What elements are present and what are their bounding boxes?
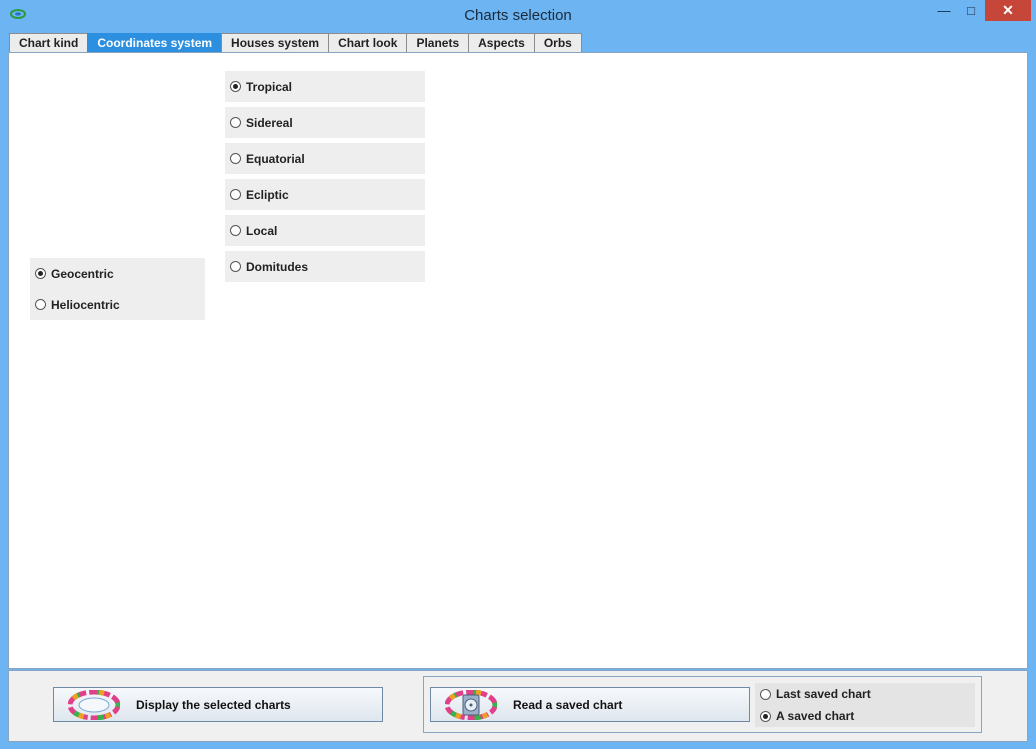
saved-chart-options: Last saved chart A saved chart	[755, 683, 975, 727]
coord-option-label: Local	[246, 223, 278, 238]
display-charts-label: Display the selected charts	[136, 697, 291, 712]
tab-aspects[interactable]: Aspects	[468, 33, 535, 52]
saved-option-label: A saved chart	[776, 709, 855, 723]
radio-ecliptic[interactable]	[230, 189, 241, 200]
radio-sidereal[interactable]	[230, 117, 241, 128]
tab-chart-kind[interactable]: Chart kind	[9, 33, 89, 52]
saved-option-label: Last saved chart	[776, 687, 871, 701]
radio-geocentric[interactable]	[35, 268, 46, 279]
radio-tropical[interactable]	[230, 81, 241, 92]
coord-option-ecliptic[interactable]: Ecliptic	[225, 179, 425, 210]
coord-option-label: Tropical	[246, 79, 293, 94]
tab-bar: Chart kind Coordinates system Houses sys…	[9, 33, 582, 53]
window-title: Charts selection	[464, 7, 572, 24]
disk-icon	[445, 689, 497, 720]
coord-option-domitudes[interactable]: Domitudes	[225, 251, 425, 282]
centric-panel: Geocentric Heliocentric	[30, 258, 205, 320]
minimize-button[interactable]: —	[931, 0, 957, 21]
coord-option-label: Equatorial	[246, 151, 305, 166]
saved-option-a-saved[interactable]: A saved chart	[755, 705, 975, 727]
coord-option-tropical[interactable]: Tropical	[225, 71, 425, 102]
centric-option-label: Heliocentric	[51, 297, 120, 312]
coord-option-sidereal[interactable]: Sidereal	[225, 107, 425, 138]
chart-wheel-icon	[68, 689, 120, 720]
radio-last-saved-chart[interactable]	[760, 688, 771, 700]
read-saved-chart-label: Read a saved chart	[513, 697, 623, 712]
radio-heliocentric[interactable]	[35, 299, 46, 310]
saved-option-last[interactable]: Last saved chart	[755, 683, 975, 705]
read-saved-chart-button[interactable]: Read a saved chart	[430, 687, 750, 722]
tab-orbs[interactable]: Orbs	[533, 33, 582, 52]
radio-a-saved-chart[interactable]	[760, 710, 771, 722]
title-bar: Charts selection — □ ✕	[0, 0, 1036, 30]
close-button[interactable]: ✕	[985, 0, 1031, 21]
tab-houses-system[interactable]: Houses system	[221, 33, 330, 52]
coord-option-local[interactable]: Local	[225, 215, 425, 246]
tab-chart-look[interactable]: Chart look	[328, 33, 408, 52]
tab-planets[interactable]: Planets	[406, 33, 470, 52]
centric-option-heliocentric[interactable]: Heliocentric	[30, 289, 205, 320]
centric-option-label: Geocentric	[51, 266, 114, 281]
coord-option-equatorial[interactable]: Equatorial	[225, 143, 425, 174]
coord-option-label: Domitudes	[246, 259, 309, 274]
display-charts-button[interactable]: Display the selected charts	[53, 687, 383, 722]
maximize-button[interactable]: □	[958, 0, 984, 21]
coord-option-label: Ecliptic	[246, 187, 289, 202]
tab-coordinates-system[interactable]: Coordinates system	[87, 33, 223, 52]
radio-local[interactable]	[230, 225, 241, 236]
coord-option-label: Sidereal	[246, 115, 293, 130]
radio-domitudes[interactable]	[230, 261, 241, 272]
tab-content-panel	[8, 52, 1028, 669]
centric-option-geocentric[interactable]: Geocentric	[30, 258, 205, 289]
radio-equatorial[interactable]	[230, 153, 241, 164]
